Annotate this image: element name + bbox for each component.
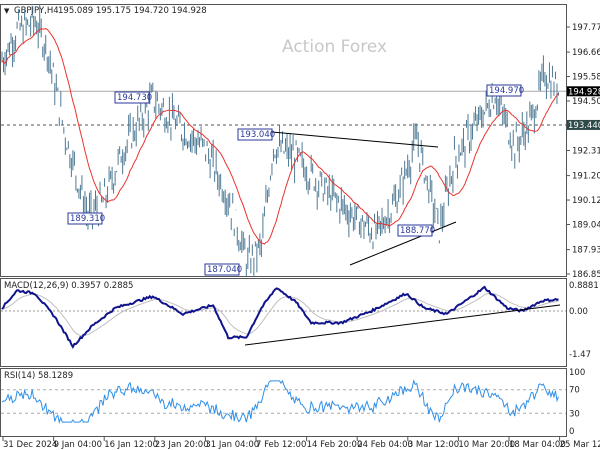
macd-label: MACD(12,26,9) 0.3957 0.2885 (4, 281, 133, 291)
level-tag-label: 193.440 (568, 121, 600, 131)
y-tick-label: 196.660 (572, 48, 600, 58)
y-tick-label: 189.040 (572, 220, 600, 230)
x-tick-label: 31 Jan 04:00 (205, 440, 259, 450)
chart-svg: Action Forex ▼ GBPJPY,H4 195.089 195.175… (0, 4, 600, 450)
x-tick-label: 18 Mar 04:00 (509, 440, 566, 450)
chart-window: Action Forex ▼ GBPJPY,H4 195.089 195.175… (0, 0, 600, 450)
macd-signal-line (1, 292, 559, 337)
x-tick-label: 25 Mar 12:00 (560, 440, 600, 450)
moving-average-line (1, 27, 559, 245)
x-tick-label: 31 Dec 2024 (3, 440, 57, 450)
y-tick-label: 190.120 (572, 196, 600, 206)
macd-tick-label: -1.47 (569, 350, 591, 360)
x-tick-label: 16 Jan 12:00 (104, 440, 158, 450)
trendline-upper (271, 131, 439, 148)
last-price-tag-label: 194.928 (568, 87, 600, 97)
symbol-label: GBPJPY,H4 (14, 6, 59, 16)
rsi-panel-frame (0, 368, 567, 437)
x-tick-label: 3 Mar 12:00 (408, 440, 459, 450)
y-tick-label: 195.580 (572, 73, 600, 83)
rsi-tick-label: 30 (569, 409, 580, 419)
x-tick-label: 14 Feb 20:00 (307, 440, 363, 450)
watermark: Action Forex (282, 37, 387, 57)
rsi-line (1, 379, 559, 424)
macd-tick-label: 0.8881 (569, 281, 599, 291)
ohlc-label: 195.089 195.175 194.720 194.928 (58, 6, 207, 16)
y-tick-label: 194.500 (572, 97, 600, 107)
y-tick-label: 191.200 (572, 172, 600, 182)
price-annotation: 189.310 (70, 214, 105, 224)
price-annotation: 194.730 (117, 93, 152, 103)
price-annotation: 194.970 (489, 86, 524, 96)
x-tick-label: 23 Jan 20:00 (155, 440, 209, 450)
y-tick-label: 186.850 (572, 270, 600, 280)
y-tick-label: 197.770 (572, 23, 600, 33)
y-tick-label: 192.310 (572, 147, 600, 157)
macd-tick-label: 0.00 (569, 307, 588, 317)
x-tick-label: 10 Mar 20:00 (458, 440, 515, 450)
rsi-tick-label: 70 (569, 386, 580, 396)
price-annotation: 188.770 (400, 226, 435, 236)
price-annotation: 193.040 (240, 130, 275, 140)
dropdown-icon[interactable]: ▼ (4, 7, 10, 15)
macd-line (1, 285, 559, 349)
rsi-label: RSI(14) 58.1289 (4, 371, 73, 381)
x-tick-label: 9 Jan 04:00 (54, 440, 102, 450)
x-tick-label: 24 Feb 04:00 (357, 440, 413, 450)
price-annotation: 187.040 (207, 265, 242, 275)
rsi-tick-label: 100 (569, 368, 585, 378)
rsi-tick-label: 0 (569, 427, 574, 437)
y-tick-label: 187.930 (572, 246, 600, 256)
x-tick-label: 7 Feb 12:00 (256, 440, 306, 450)
